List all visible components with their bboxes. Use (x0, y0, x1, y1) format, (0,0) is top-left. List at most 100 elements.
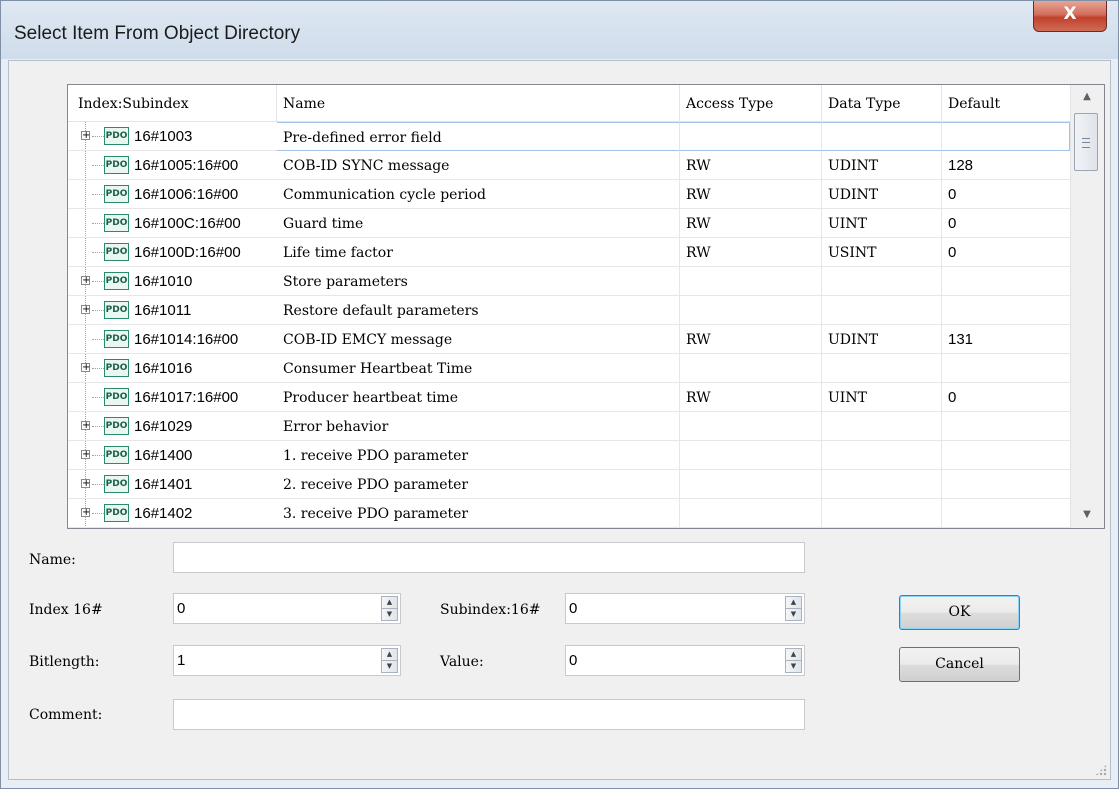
default-cell (942, 441, 1070, 470)
index-subindex-text: 16#1402 (134, 505, 193, 522)
spin-down-icon[interactable]: ▼ (382, 609, 397, 620)
name-field[interactable] (173, 542, 805, 573)
plus-expand-icon[interactable]: + (81, 421, 90, 431)
table-row[interactable]: + PDO 16#1010 Store parameters (68, 267, 1070, 296)
name-cell: 3. receive PDO parameter (277, 499, 680, 528)
data-type-cell (822, 441, 942, 470)
subindex-stepper[interactable]: 0 ▲ ▼ (565, 593, 805, 624)
tree-line (92, 426, 104, 427)
tree-line (92, 194, 104, 195)
access-type-cell: RW (680, 151, 822, 180)
name-cell: Life time factor (277, 238, 680, 267)
plus-expand-icon[interactable]: + (81, 276, 90, 286)
close-button[interactable]: X (1033, 1, 1107, 32)
table-row[interactable]: + PDO 16#1011 Restore default parameters (68, 296, 1070, 325)
data-type-cell: UDINT (822, 151, 942, 180)
table-row[interactable]: + PDO 16#1402 3. receive PDO parameter (68, 499, 1070, 528)
scrollbar-thumb[interactable] (1074, 113, 1098, 171)
spin-down-icon[interactable]: ▼ (786, 661, 801, 672)
spin-up-icon[interactable]: ▲ (786, 597, 801, 609)
access-type-cell: RW (680, 238, 822, 267)
value-stepper[interactable]: 0 ▲ ▼ (565, 645, 805, 676)
index-subindex-text: 16#1010 (134, 273, 193, 290)
comment-field[interactable] (173, 699, 805, 730)
index-subindex-text: 16#1400 (134, 447, 193, 464)
plus-expand-icon[interactable]: + (81, 305, 90, 315)
pdo-object-icon: PDO (104, 156, 129, 174)
plus-expand-icon[interactable]: + (81, 450, 90, 460)
index-label: Index 16# (29, 602, 103, 618)
title-bar[interactable]: Select Item From Object Directory X (1, 1, 1118, 59)
spin-up-icon[interactable]: ▲ (382, 597, 397, 609)
table-row[interactable]: + PDO 16#1003 Pre-defined error field (68, 122, 1070, 151)
pdo-object-icon: PDO (104, 388, 129, 406)
column-header-name[interactable]: Name (277, 85, 680, 121)
name-label: Name: (29, 552, 76, 568)
value-spinner[interactable]: ▲ ▼ (785, 648, 802, 673)
table-row[interactable]: PDO 16#1017:16#00 Producer heartbeat time R… (68, 383, 1070, 412)
resize-grip-icon[interactable] (1095, 764, 1107, 776)
table-row[interactable]: PDO 16#100D:16#00 Life time factor RW USINT 0 (68, 238, 1070, 267)
plus-expand-icon[interactable]: + (81, 479, 90, 489)
arrow-down-icon[interactable]: ▼ (1077, 505, 1097, 525)
name-cell: Restore default parameters (277, 296, 680, 325)
table-row[interactable]: PDO 16#1014:16#00 COB-ID EMCY message RW UDI… (68, 325, 1070, 354)
data-type-cell (822, 470, 942, 499)
pdo-object-icon: PDO (104, 504, 129, 522)
column-header-data-type[interactable]: Data Type (822, 85, 942, 121)
data-type-cell: UINT (822, 383, 942, 412)
ok-button[interactable]: OK (899, 595, 1020, 630)
table-row[interactable]: PDO 16#1006:16#00 Communication cycle peri… (68, 180, 1070, 209)
name-cell: COB-ID SYNC message (277, 151, 680, 180)
dialog-window: Select Item From Object Directory X Inde… (0, 0, 1119, 789)
subindex-value: 0 (569, 600, 578, 617)
subindex-spinner[interactable]: ▲ ▼ (785, 596, 802, 621)
spin-up-icon[interactable]: ▲ (382, 649, 397, 661)
index-cell: PDO 16#1006:16#00 (68, 180, 277, 209)
plus-expand-icon[interactable]: + (81, 363, 90, 373)
tree-line (85, 325, 86, 353)
table-row[interactable]: + PDO 16#1400 1. receive PDO parameter (68, 441, 1070, 470)
data-type-cell (822, 499, 942, 528)
table-row[interactable]: PDO 16#1005:16#00 COB-ID SYNC message RW UDI… (68, 151, 1070, 180)
table-row[interactable]: + PDO 16#1401 2. receive PDO parameter (68, 470, 1070, 499)
default-cell: 0 (942, 238, 1070, 267)
column-header-index[interactable]: Index:Subindex (68, 85, 277, 121)
object-directory-tree[interactable]: Index:Subindex Name Access Type Data Typ… (67, 84, 1105, 529)
index-subindex-text: 16#1017:16#00 (134, 389, 239, 406)
spin-up-icon[interactable]: ▲ (786, 649, 801, 661)
index-subindex-text: 16#100D:16#00 (134, 244, 241, 261)
pdo-object-icon: PDO (104, 330, 129, 348)
data-type-cell (822, 122, 942, 151)
tree-line (92, 455, 104, 456)
table-row[interactable]: + PDO 16#1016 Consumer Heartbeat Time (68, 354, 1070, 383)
index-cell: PDO 16#100C:16#00 (68, 209, 277, 238)
cancel-button[interactable]: Cancel (899, 647, 1020, 682)
table-row[interactable]: + PDO 16#1029 Error behavior (68, 412, 1070, 441)
column-header-access-type[interactable]: Access Type (680, 85, 822, 121)
bitlength-stepper[interactable]: 1 ▲ ▼ (173, 645, 401, 676)
arrow-up-icon[interactable]: ▲ (1077, 87, 1097, 107)
index-subindex-text: 16#1006:16#00 (134, 186, 239, 203)
pdo-object-icon: PDO (104, 243, 129, 261)
column-header-default[interactable]: Default (942, 85, 1070, 121)
pdo-object-icon: PDO (104, 185, 129, 203)
name-cell: 1. receive PDO parameter (277, 441, 680, 470)
index-spinner[interactable]: ▲ ▼ (381, 596, 398, 621)
vertical-scrollbar[interactable]: ▲ ▼ (1070, 85, 1104, 528)
index-stepper[interactable]: 0 ▲ ▼ (173, 593, 401, 624)
access-type-cell: RW (680, 325, 822, 354)
default-cell (942, 499, 1070, 528)
name-cell: Store parameters (277, 267, 680, 296)
spin-down-icon[interactable]: ▼ (786, 609, 801, 620)
data-type-cell (822, 412, 942, 441)
pdo-object-icon: PDO (104, 417, 129, 435)
table-row[interactable]: PDO 16#100C:16#00 Guard time RW UINT 0 (68, 209, 1070, 238)
plus-expand-icon[interactable]: + (81, 131, 90, 141)
grip-icon (1082, 138, 1090, 148)
plus-expand-icon[interactable]: + (81, 508, 90, 518)
index-cell: PDO 16#100D:16#00 (68, 238, 277, 267)
pdo-object-icon: PDO (104, 446, 129, 464)
spin-down-icon[interactable]: ▼ (382, 661, 397, 672)
bitlength-spinner[interactable]: ▲ ▼ (381, 648, 398, 673)
